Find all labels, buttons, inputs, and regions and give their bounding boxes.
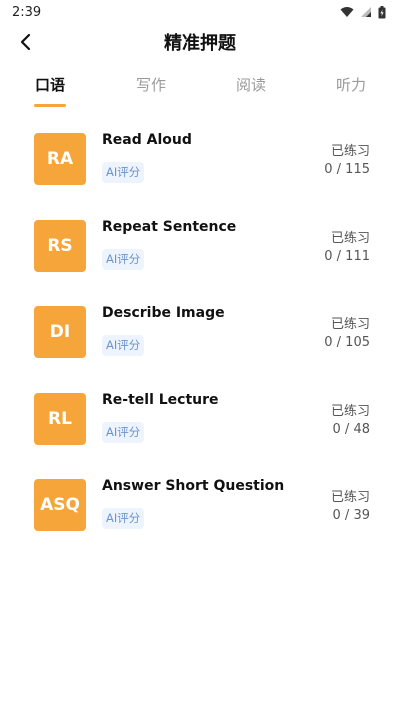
status-icons bbox=[340, 5, 386, 19]
active-tab-indicator bbox=[34, 104, 66, 107]
question-type-list: RA Read Aloud AI评分 已练习 0 / 115 RS Repeat… bbox=[0, 120, 400, 553]
item-badge: RA bbox=[34, 133, 86, 185]
practiced-label: 已练习 bbox=[330, 230, 370, 246]
practiced-label: 已练习 bbox=[330, 144, 370, 159]
chevron-left-icon bbox=[20, 33, 31, 51]
item-name: Repeat Sentence bbox=[102, 218, 237, 235]
tab-speaking[interactable]: 口语 bbox=[20, 74, 80, 95]
list-item-read-aloud[interactable]: RA Read Aloud AI评分 已练习 0 / 115 bbox=[0, 120, 400, 207]
item-badge: DI bbox=[34, 306, 86, 358]
list-item-retell-lecture[interactable]: RL Re-tell Lecture AI评分 已练习 0 / 48 bbox=[0, 380, 400, 467]
item-name: Answer Short Question bbox=[102, 478, 285, 494]
tab-writing[interactable]: 写作 bbox=[121, 74, 181, 95]
ai-score-tag: AI评分 bbox=[102, 335, 145, 356]
signal-icon bbox=[361, 7, 371, 17]
status-bar: 2:39 bbox=[0, 0, 400, 24]
practiced-label: 已练习 bbox=[330, 317, 370, 332]
ai-score-tag: AI评分 bbox=[102, 421, 145, 443]
item-badge: RS bbox=[34, 219, 86, 272]
ai-score-tag: AI评分 bbox=[102, 162, 145, 183]
tab-bar: 口语 写作 阅读 听力 bbox=[0, 64, 400, 108]
back-button[interactable] bbox=[10, 26, 42, 58]
practiced-label: 已练习 bbox=[330, 490, 370, 505]
wifi-icon bbox=[340, 7, 354, 17]
tab-reading[interactable]: 阅读 bbox=[221, 74, 281, 95]
practiced-count: 0 / 115 bbox=[324, 162, 370, 177]
list-item-repeat-sentence[interactable]: RS Repeat Sentence AI评分 已练习 0 / 111 bbox=[0, 207, 400, 294]
list-item-describe-image[interactable]: DI Describe Image AI评分 已练习 0 / 105 bbox=[0, 293, 400, 380]
practiced-count: 0 / 48 bbox=[332, 421, 370, 437]
practiced-label: 已练习 bbox=[330, 403, 370, 419]
item-name: Describe Image bbox=[102, 305, 225, 321]
item-badge: ASQ bbox=[34, 479, 86, 531]
tab-listening[interactable]: 听力 bbox=[321, 74, 381, 95]
page-title: 精准押题 bbox=[164, 33, 236, 54]
ai-score-tag: AI评分 bbox=[102, 248, 145, 270]
practiced-count: 0 / 111 bbox=[324, 248, 370, 264]
practiced-count: 0 / 39 bbox=[332, 508, 370, 523]
battery-icon bbox=[378, 5, 386, 18]
item-name: Read Aloud bbox=[102, 132, 192, 148]
list-item-answer-short-question[interactable]: ASQ Answer Short Question AI评分 已练习 0 / 3… bbox=[0, 466, 400, 553]
status-time: 2:39 bbox=[12, 4, 42, 20]
item-badge: RL bbox=[34, 392, 86, 445]
ai-score-tag: AI评分 bbox=[102, 508, 145, 529]
item-name: Re-tell Lecture bbox=[102, 391, 219, 408]
practiced-count: 0 / 105 bbox=[324, 335, 370, 350]
app-header: 精准押题 bbox=[0, 24, 400, 60]
